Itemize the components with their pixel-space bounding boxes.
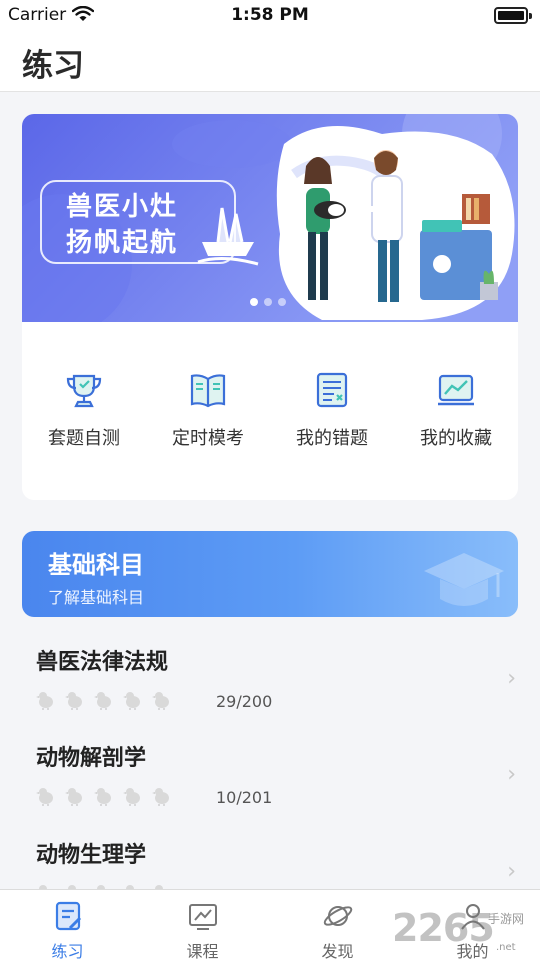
watermark-logo: 2265 手游网 .net: [392, 906, 538, 960]
course-progress-count: 10/201: [216, 788, 273, 807]
open-book-icon: [190, 374, 226, 408]
banner-page-dot[interactable]: [264, 298, 272, 306]
graduation-cap-icon: [424, 553, 504, 606]
quick-action-favorites[interactable]: 我的收藏: [394, 364, 518, 464]
chick-icon: [65, 786, 85, 810]
banner-page-dot[interactable]: [250, 298, 258, 306]
chart-monitor-icon: [438, 374, 474, 406]
course-icon: [189, 904, 217, 930]
tab-course[interactable]: 课程: [135, 890, 270, 960]
watermark-url: .net: [496, 942, 516, 953]
chick-icon: [123, 690, 143, 714]
chick-icon: [36, 690, 56, 714]
chevron-right-icon: ›: [507, 666, 516, 691]
chick-icon: [152, 786, 172, 810]
progress-chicks: [36, 690, 172, 714]
page-title: 练习: [22, 48, 84, 84]
chevron-right-icon: ›: [507, 859, 516, 884]
subject-header[interactable]: 基础科目 了解基础科目: [22, 531, 518, 617]
quick-action-label: 定时模考: [172, 428, 244, 449]
trophy-icon: [66, 374, 102, 408]
quick-action-mistakes[interactable]: 我的错题: [270, 364, 394, 464]
tab-practice[interactable]: 练习: [0, 890, 135, 960]
tab-label: 发现: [321, 942, 354, 960]
course-name: 兽医法律法规: [36, 650, 169, 675]
chick-icon: [65, 690, 85, 714]
subject-title: 基础科目: [48, 551, 144, 579]
chick-icon: [94, 690, 114, 714]
quick-action-label: 我的错题: [296, 428, 368, 449]
practice-card: 兽医小灶 扬帆起航 套题自测 定时模考 我的错题 我的收藏: [22, 114, 518, 500]
chick-icon: [94, 786, 114, 810]
banner-page-indicator[interactable]: [250, 298, 286, 306]
promo-banner[interactable]: 兽医小灶 扬帆起航: [22, 114, 518, 334]
watermark-label: 手游网: [488, 912, 525, 926]
quick-actions: 套题自测 定时模考 我的错题 我的收藏: [22, 364, 518, 464]
clock-label: 1:58 PM: [231, 5, 309, 25]
course-row[interactable]: 兽医法律法规 29/200 ›: [0, 626, 540, 722]
banner-page-dot[interactable]: [278, 298, 286, 306]
chick-icon: [36, 786, 56, 810]
course-row[interactable]: 动物解剖学 10/201 ›: [0, 722, 540, 818]
quick-action-label: 套题自测: [48, 428, 120, 449]
planet-icon: [323, 906, 353, 926]
course-progress-count: 29/200: [216, 692, 273, 711]
tab-label: 练习: [51, 942, 84, 960]
progress-chicks: [36, 786, 172, 810]
chick-icon: [152, 690, 172, 714]
quick-action-label: 我的收藏: [420, 428, 492, 449]
tab-label: 课程: [186, 942, 219, 960]
chevron-right-icon: ›: [507, 762, 516, 787]
subject-subtitle: 了解基础科目: [48, 588, 145, 607]
notes-icon: [316, 372, 348, 408]
watermark-text: 2265: [392, 906, 495, 950]
course-name: 动物生理学: [36, 843, 147, 868]
quick-action-set-test[interactable]: 套题自测: [22, 364, 146, 464]
quick-action-timed-exam[interactable]: 定时模考: [146, 364, 270, 464]
tab-discover[interactable]: 发现: [270, 890, 405, 960]
battery-icon: [494, 7, 532, 24]
banner-headline-2: 扬帆起航: [66, 228, 179, 258]
chick-icon: [123, 786, 143, 810]
status-bar: Carrier 1:58 PM: [0, 0, 540, 30]
course-name: 动物解剖学: [36, 746, 147, 771]
navigation-bar: 练习: [0, 30, 540, 92]
practice-icon: [55, 901, 82, 931]
banner-headline-1: 兽医小灶: [66, 192, 179, 222]
